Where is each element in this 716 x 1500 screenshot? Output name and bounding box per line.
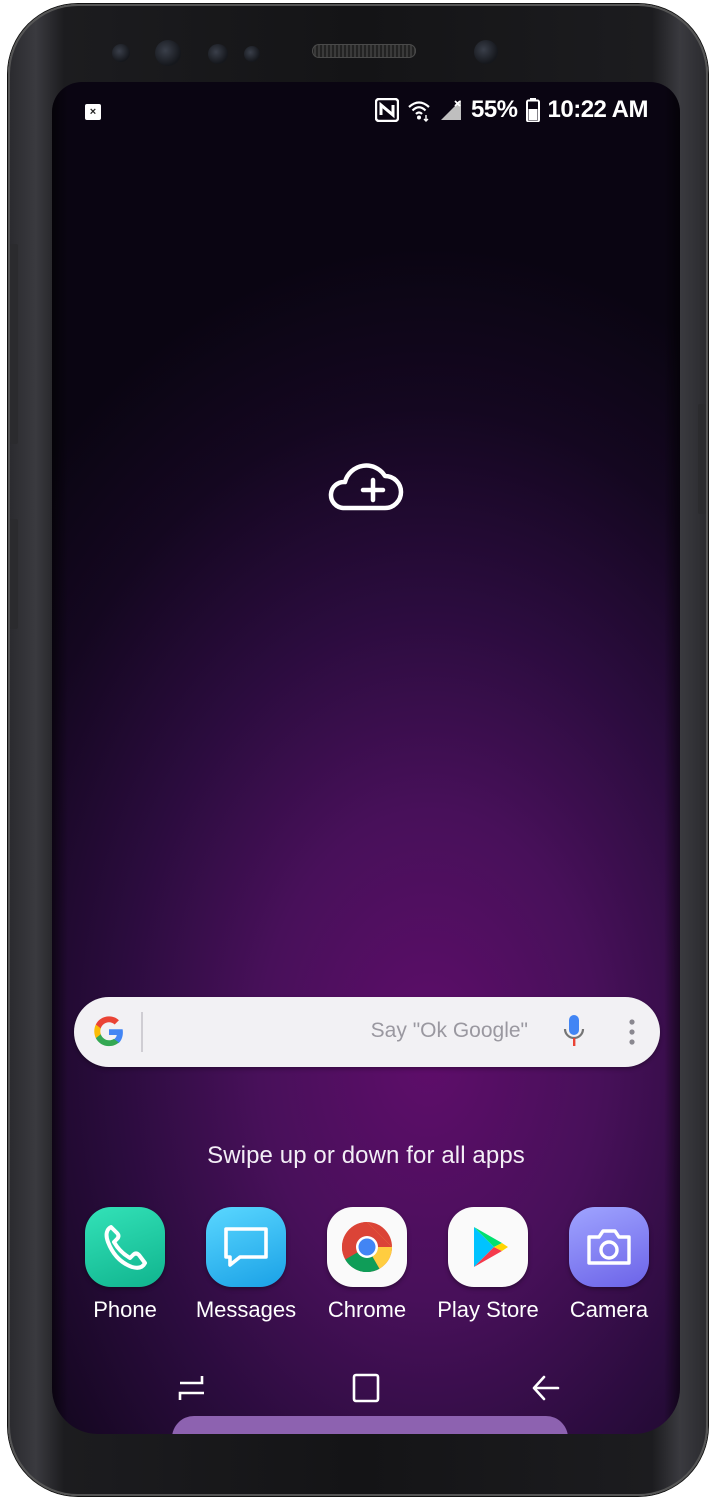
- power-button: [698, 404, 706, 514]
- app-play-store[interactable]: Play Store: [427, 1207, 549, 1323]
- app-label: Camera: [569, 1297, 649, 1322]
- search-input[interactable]: Say "Ok Google": [371, 1019, 528, 1043]
- mic-icon[interactable]: [562, 1014, 586, 1050]
- camera-icon: [569, 1207, 649, 1287]
- app-camera[interactable]: Camera: [548, 1207, 670, 1323]
- app-messages[interactable]: Messages: [185, 1207, 307, 1323]
- navigation-bar: [52, 1364, 680, 1414]
- sensor: [112, 44, 130, 62]
- app-label: Phone: [93, 1297, 157, 1322]
- phone-frame: × 55% 10:22 AM Say "Ok Google" Swipe up …: [8, 4, 708, 1496]
- messages-icon: [206, 1207, 286, 1287]
- front-camera: [474, 40, 498, 64]
- home-screen: × 55% 10:22 AM Say "Ok Google" Swipe up …: [52, 82, 680, 1434]
- recents-icon[interactable]: [176, 1372, 208, 1404]
- volume-button: [10, 244, 18, 444]
- app-label: Play Store: [437, 1297, 539, 1322]
- text-cursor: [141, 1012, 143, 1052]
- app-label: Messages: [195, 1297, 297, 1322]
- google-g-icon[interactable]: [92, 1015, 126, 1049]
- signal-icon: [440, 100, 461, 120]
- clock: 10:22 AM: [547, 96, 649, 123]
- earpiece-speaker: [312, 44, 416, 58]
- more-vert-icon[interactable]: [628, 1018, 636, 1046]
- app-dock: Phone Messages Chrome Play Store Camera: [68, 1207, 668, 1337]
- app-chrome[interactable]: Chrome: [306, 1207, 428, 1323]
- app-drawer-handle[interactable]: [172, 1416, 568, 1434]
- cloud-add-icon[interactable]: [323, 462, 407, 512]
- app-phone[interactable]: Phone: [64, 1207, 186, 1323]
- sensor: [244, 46, 260, 62]
- app-label: Chrome: [327, 1297, 407, 1322]
- phone-icon: [85, 1207, 165, 1287]
- back-icon[interactable]: [530, 1372, 562, 1404]
- status-bar[interactable]: × 55% 10:22 AM: [52, 82, 680, 138]
- chrome-icon: [327, 1207, 407, 1287]
- play-store-icon: [448, 1207, 528, 1287]
- bixby-button: [10, 519, 18, 629]
- iris-sensor: [155, 40, 181, 66]
- nfc-icon: [374, 98, 399, 122]
- home-icon[interactable]: [350, 1372, 382, 1404]
- swipe-hint: Swipe up or down for all apps: [207, 1142, 525, 1169]
- close-notification-icon: ×: [85, 104, 101, 120]
- sensor: [208, 44, 228, 64]
- google-search-bar[interactable]: Say "Ok Google": [74, 997, 660, 1067]
- wifi-icon: [408, 101, 430, 122]
- battery-icon: [525, 98, 540, 122]
- battery-percent: 55%: [470, 96, 518, 123]
